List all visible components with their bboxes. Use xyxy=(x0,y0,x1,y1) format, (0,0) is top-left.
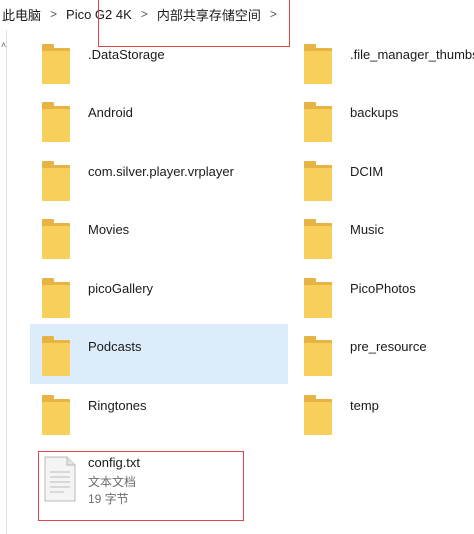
folder-name: Ringtones xyxy=(88,398,147,413)
text-document-icon[interactable] xyxy=(42,456,76,502)
folder-name: Movies xyxy=(88,222,130,237)
folder-item[interactable]: .file_manager_thumbs xyxy=(292,32,474,84)
breadcrumb-storage[interactable]: 内部共享存储空间 xyxy=(154,5,264,24)
folder-icon xyxy=(42,278,70,318)
folder-item[interactable]: PicoPhotos xyxy=(292,266,474,318)
file-type: 文本文档 xyxy=(88,475,137,489)
folder-icon xyxy=(42,161,70,201)
folder-item[interactable]: .DataStorage xyxy=(30,32,286,84)
chevron-right-icon[interactable]: > xyxy=(135,7,154,21)
folder-name: Android xyxy=(88,105,133,120)
folder-name: Podcasts xyxy=(88,339,142,354)
folder-icon xyxy=(304,102,332,142)
folder-name: picoGallery xyxy=(88,281,154,296)
folder-item[interactable]: DCIM xyxy=(292,149,474,201)
breadcrumb-this-pc[interactable]: 此电脑 xyxy=(0,5,44,24)
folder-name: .file_manager_thumbs xyxy=(350,47,474,62)
chevron-up-icon[interactable]: ˄ xyxy=(1,40,6,50)
folder-item[interactable]: pre_resource xyxy=(292,324,474,376)
folder-name: pre_resource xyxy=(350,339,427,354)
folder-item[interactable]: Android xyxy=(30,90,286,142)
folder-icon xyxy=(42,102,70,142)
folder-item[interactable]: picoGallery xyxy=(30,266,286,318)
folder-icon xyxy=(304,219,332,259)
folder-item[interactable]: backups xyxy=(292,90,474,142)
breadcrumb-device[interactable]: Pico G2 4K xyxy=(63,7,135,22)
folder-item[interactable]: temp xyxy=(292,383,474,435)
file-name[interactable]: config.txt xyxy=(88,455,140,470)
folder-icon xyxy=(304,44,332,84)
folder-icon xyxy=(304,278,332,318)
folder-name: .DataStorage xyxy=(88,47,165,62)
folder-name: DCIM xyxy=(350,164,384,179)
folder-icon xyxy=(304,336,332,376)
folder-icon xyxy=(42,219,70,259)
chevron-right-icon[interactable]: > xyxy=(264,7,283,21)
folder-name: PicoPhotos xyxy=(350,281,416,296)
breadcrumb: 此电脑 > Pico G2 4K > 内部共享存储空间 > xyxy=(0,0,474,28)
folder-icon xyxy=(304,395,332,435)
folder-icon xyxy=(304,161,332,201)
folder-item[interactable]: com.silver.player.vrplayer xyxy=(30,149,286,201)
file-size: 19 字节 xyxy=(88,492,129,506)
folder-name: Music xyxy=(350,222,384,237)
folder-icon xyxy=(42,395,70,435)
folder-icon xyxy=(42,44,70,84)
folder-icon xyxy=(42,336,70,376)
folder-item[interactable]: Movies xyxy=(30,207,286,259)
folder-item[interactable]: Music xyxy=(292,207,474,259)
folder-name: temp xyxy=(350,398,379,413)
folder-name: backups xyxy=(350,105,399,120)
chevron-right-icon[interactable]: > xyxy=(44,7,63,21)
folder-item-selected[interactable]: Podcasts xyxy=(30,324,288,384)
folder-item[interactable]: Ringtones xyxy=(30,383,286,435)
folder-name: com.silver.player.vrplayer xyxy=(88,164,234,179)
navigation-pane-edge[interactable]: ˄ xyxy=(0,30,7,534)
